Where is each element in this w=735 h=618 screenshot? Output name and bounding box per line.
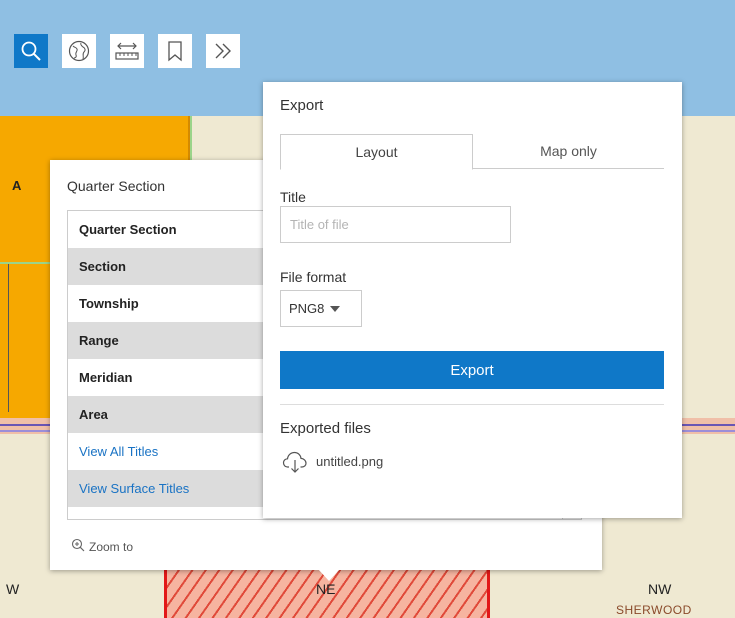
zoom-to-label: Zoom to (89, 539, 134, 554)
expand-toolbar-button[interactable] (206, 34, 240, 68)
exported-files-heading: Exported files (280, 420, 371, 437)
export-panel: Export Layout Map only Title File format… (263, 82, 682, 518)
zoom-in-icon (71, 538, 85, 555)
export-button[interactable]: Export (280, 351, 664, 389)
export-tabs: Layout Map only (280, 134, 664, 170)
measure-icon (114, 40, 140, 62)
exported-file-item[interactable]: untitled.png (282, 450, 383, 479)
measure-button[interactable] (110, 34, 144, 68)
basemap-gallery-button[interactable] (62, 34, 96, 68)
basemap-globe-icon (67, 39, 91, 63)
search-button[interactable] (14, 34, 48, 68)
popup-title: Quarter Section (67, 178, 166, 194)
file-format-label: File format (280, 269, 347, 285)
map-label-a: A (12, 178, 22, 193)
map-label-ne: NE (316, 581, 336, 597)
exported-file-name: untitled.png (316, 454, 384, 469)
map-label-w: W (6, 581, 20, 597)
parcel-boundary-line (8, 262, 9, 412)
tab-layout[interactable]: Layout (280, 134, 473, 170)
search-icon (20, 40, 42, 62)
popup-pointer (318, 569, 340, 581)
title-field-label: Title (280, 189, 306, 205)
bookmark-icon (166, 40, 184, 62)
title-input[interactable] (280, 206, 511, 243)
export-panel-title: Export (280, 97, 324, 114)
map-label-nw: NW (648, 581, 672, 597)
tab-map-only[interactable]: Map only (473, 134, 664, 168)
file-format-select[interactable]: PNG8 (280, 290, 362, 327)
file-format-value: PNG8 (289, 301, 325, 316)
map-label-sherwood: SHERWOOD (616, 603, 692, 617)
bookmarks-button[interactable] (158, 34, 192, 68)
divider (280, 404, 664, 405)
zoom-to-button[interactable]: Zoom to (71, 538, 133, 555)
expand-chevrons-icon (212, 40, 234, 62)
map-toolbar (14, 34, 240, 68)
cloud-download-icon (282, 450, 308, 479)
caret-down-icon (330, 305, 341, 312)
